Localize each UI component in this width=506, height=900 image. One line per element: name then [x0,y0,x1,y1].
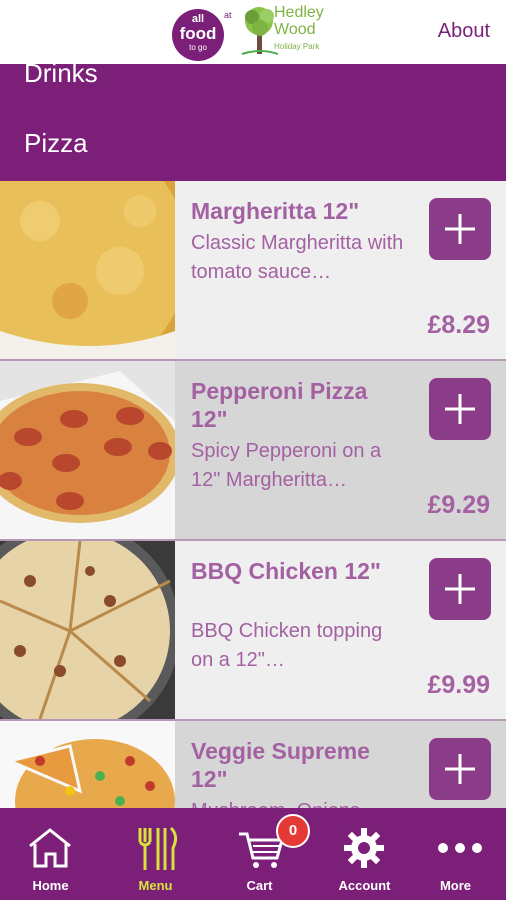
add-to-cart-button[interactable] [429,378,491,440]
pizza-image [0,361,175,539]
item-price: £9.29 [427,491,490,519]
menu-item-info: Pepperoni Pizza 12" Spicy Pepperoni on a… [175,361,506,539]
pizza-image [0,721,175,808]
fork-knife-icon [138,826,178,870]
tab-label: Cart [246,878,273,893]
more-dots-icon [438,843,482,853]
item-name: Margheritta 12" [191,198,360,224]
tab-more[interactable]: More [405,808,506,900]
partner-logo: Hedley Wood Holiday Park [240,4,340,60]
gear-icon [344,828,384,868]
menu-item-info: Veggie Supreme 12" Mushroom, Onions [175,721,506,808]
menu-item-info: BBQ Chicken 12" BBQ Chicken topping on a… [175,541,506,719]
add-to-cart-button[interactable] [429,558,491,620]
item-price: £8.29 [427,311,490,339]
tab-label: Menu [138,878,173,893]
plus-icon [445,214,475,244]
item-name: Veggie Supreme 12" [191,738,370,792]
item-name: BBQ Chicken 12" [191,558,381,584]
tab-account[interactable]: Account [314,808,415,900]
cart-count-badge: 0 [276,814,310,848]
partner-line-2: Wood [274,21,316,38]
category-pizza[interactable]: Pizza [24,128,88,159]
plus-icon [445,574,475,604]
partner-line-3: Holiday Park [274,42,320,51]
item-description: Mushroom, Onions [191,797,406,808]
logo-line-2: food [179,24,217,43]
pizza-image [0,541,175,719]
home-icon [29,828,71,868]
add-to-cart-button[interactable] [429,198,491,260]
partner-name: Hedley Wood Holiday Park [274,4,324,55]
add-to-cart-button[interactable] [429,738,491,800]
category-drinks[interactable]: Drinks [24,64,98,89]
logo-line-3: to go [189,43,207,52]
item-price: £9.99 [427,671,490,699]
plus-icon [445,394,475,424]
item-description: BBQ Chicken topping on a 12"… [191,620,383,671]
pizza-image [0,181,175,359]
tab-label: More [439,878,472,893]
logo-at-text: at [224,10,232,20]
item-description: Classic Margheritta with tomato sauce… [191,232,404,283]
bottom-tab-bar: Home Menu Cart Account More [0,808,506,900]
plus-icon [445,754,475,784]
menu-item[interactable]: Margheritta 12" Classic Margheritta with… [0,181,506,361]
menu-item-info: Margheritta 12" Classic Margheritta with… [175,181,506,359]
category-list: Drinks Pizza [0,64,506,181]
app-header: all food to go at Hedley Wood Holiday Pa… [0,0,506,64]
item-name: Pepperoni Pizza 12" [191,378,368,432]
menu-item[interactable]: Veggie Supreme 12" Mushroom, Onions [0,721,506,808]
partner-line-1: Hedley [274,4,324,21]
about-link[interactable]: About [438,20,490,43]
menu-item[interactable]: BBQ Chicken 12" BBQ Chicken topping on a… [0,541,506,721]
menu-item-list: Margheritta 12" Classic Margheritta with… [0,181,506,808]
tab-home[interactable]: Home [0,808,101,900]
allfood-logo[interactable]: all food to go [172,9,224,61]
tab-label: Home [32,878,69,893]
menu-item[interactable]: Pepperoni Pizza 12" Spicy Pepperoni on a… [0,361,506,541]
tab-menu[interactable]: Menu [105,808,206,900]
item-description: Spicy Pepperoni on a 12" Margheritta… [191,440,382,491]
tab-label: Account [338,878,391,893]
